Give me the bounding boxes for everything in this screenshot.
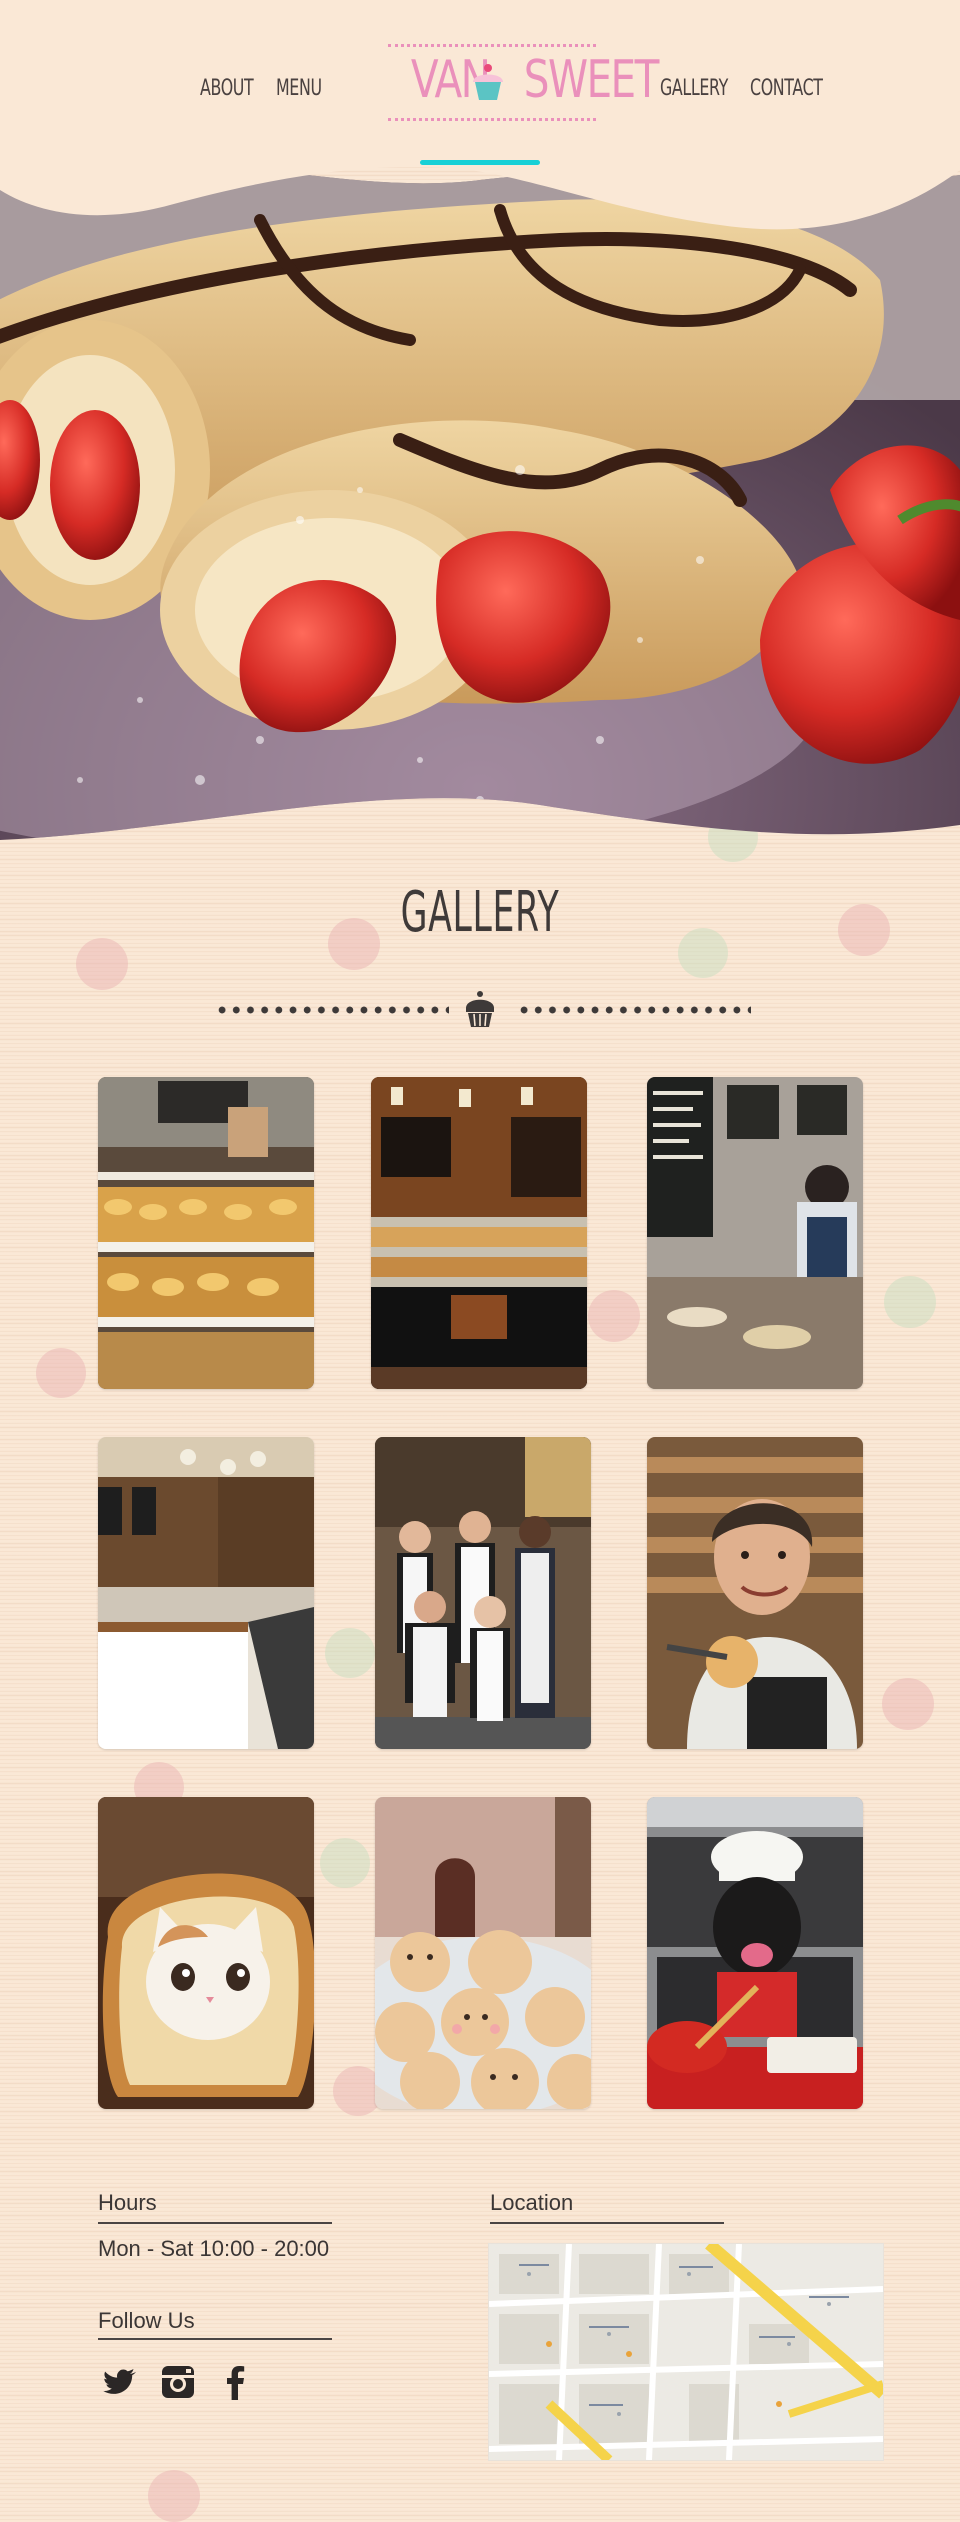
gallery-photo-6[interactable] <box>647 1437 863 1749</box>
active-indicator <box>420 160 540 165</box>
bakery-display-image <box>98 1077 314 1389</box>
hero-banner <box>0 140 960 860</box>
hero-image <box>0 160 960 841</box>
bakery-staff-image <box>375 1437 591 1749</box>
location-rule <box>490 2222 724 2224</box>
dotted-line-right <box>517 1006 751 1014</box>
hours-heading: Hours <box>98 2190 157 2215</box>
gallery-photo-9[interactable] <box>647 1797 863 2109</box>
baker-counter-image <box>647 1077 863 1389</box>
gallery-photo-2[interactable] <box>371 1077 587 1389</box>
facebook-icon[interactable] <box>216 2362 256 2402</box>
nav-gallery[interactable]: GALLERY <box>660 76 728 101</box>
street-map-image <box>489 2244 883 2460</box>
brand-logo[interactable]: VAN SWEET <box>388 44 659 126</box>
cafe-interior-image <box>98 1437 314 1749</box>
follow-rule <box>98 2338 332 2340</box>
gallery-photo-3[interactable] <box>647 1077 863 1389</box>
gallery-photo-8[interactable] <box>375 1797 591 2109</box>
gallery-photo-5[interactable] <box>375 1437 591 1749</box>
location-map[interactable] <box>488 2243 884 2461</box>
follow-heading: Follow Us <box>98 2308 195 2333</box>
nav-about[interactable]: ABOUT <box>200 76 254 101</box>
gallery-divider <box>215 990 751 1030</box>
hours-text: Mon - Sat 10:00 - 20:00 <box>98 2236 330 2261</box>
dotted-line-left <box>215 1006 449 1014</box>
hours-rule <box>98 2222 332 2224</box>
cupcake-icon <box>466 991 494 1027</box>
cat-bread-image <box>98 1797 314 2109</box>
gallery-photo-7[interactable] <box>98 1797 314 2109</box>
site-header: ABOUT MENU VAN SWEET GALLERY CONTACT <box>0 0 960 230</box>
instagram-icon[interactable] <box>158 2362 198 2402</box>
gallery-title: GALLERY <box>400 880 560 945</box>
nav-contact[interactable]: CONTACT <box>750 76 823 101</box>
twitter-icon[interactable] <box>100 2362 140 2402</box>
gallery-photo-4[interactable] <box>98 1437 314 1749</box>
bakery-counter-image <box>371 1077 587 1389</box>
cupcake-logo-icon <box>473 64 503 100</box>
smiling-baker-image <box>647 1437 863 1749</box>
animal-buns-image <box>375 1797 591 2109</box>
gallery-photo-1[interactable] <box>98 1077 314 1389</box>
location-heading: Location <box>490 2190 574 2215</box>
dog-chef-image <box>647 1797 863 2109</box>
nav-menu[interactable]: MENU <box>276 76 322 101</box>
